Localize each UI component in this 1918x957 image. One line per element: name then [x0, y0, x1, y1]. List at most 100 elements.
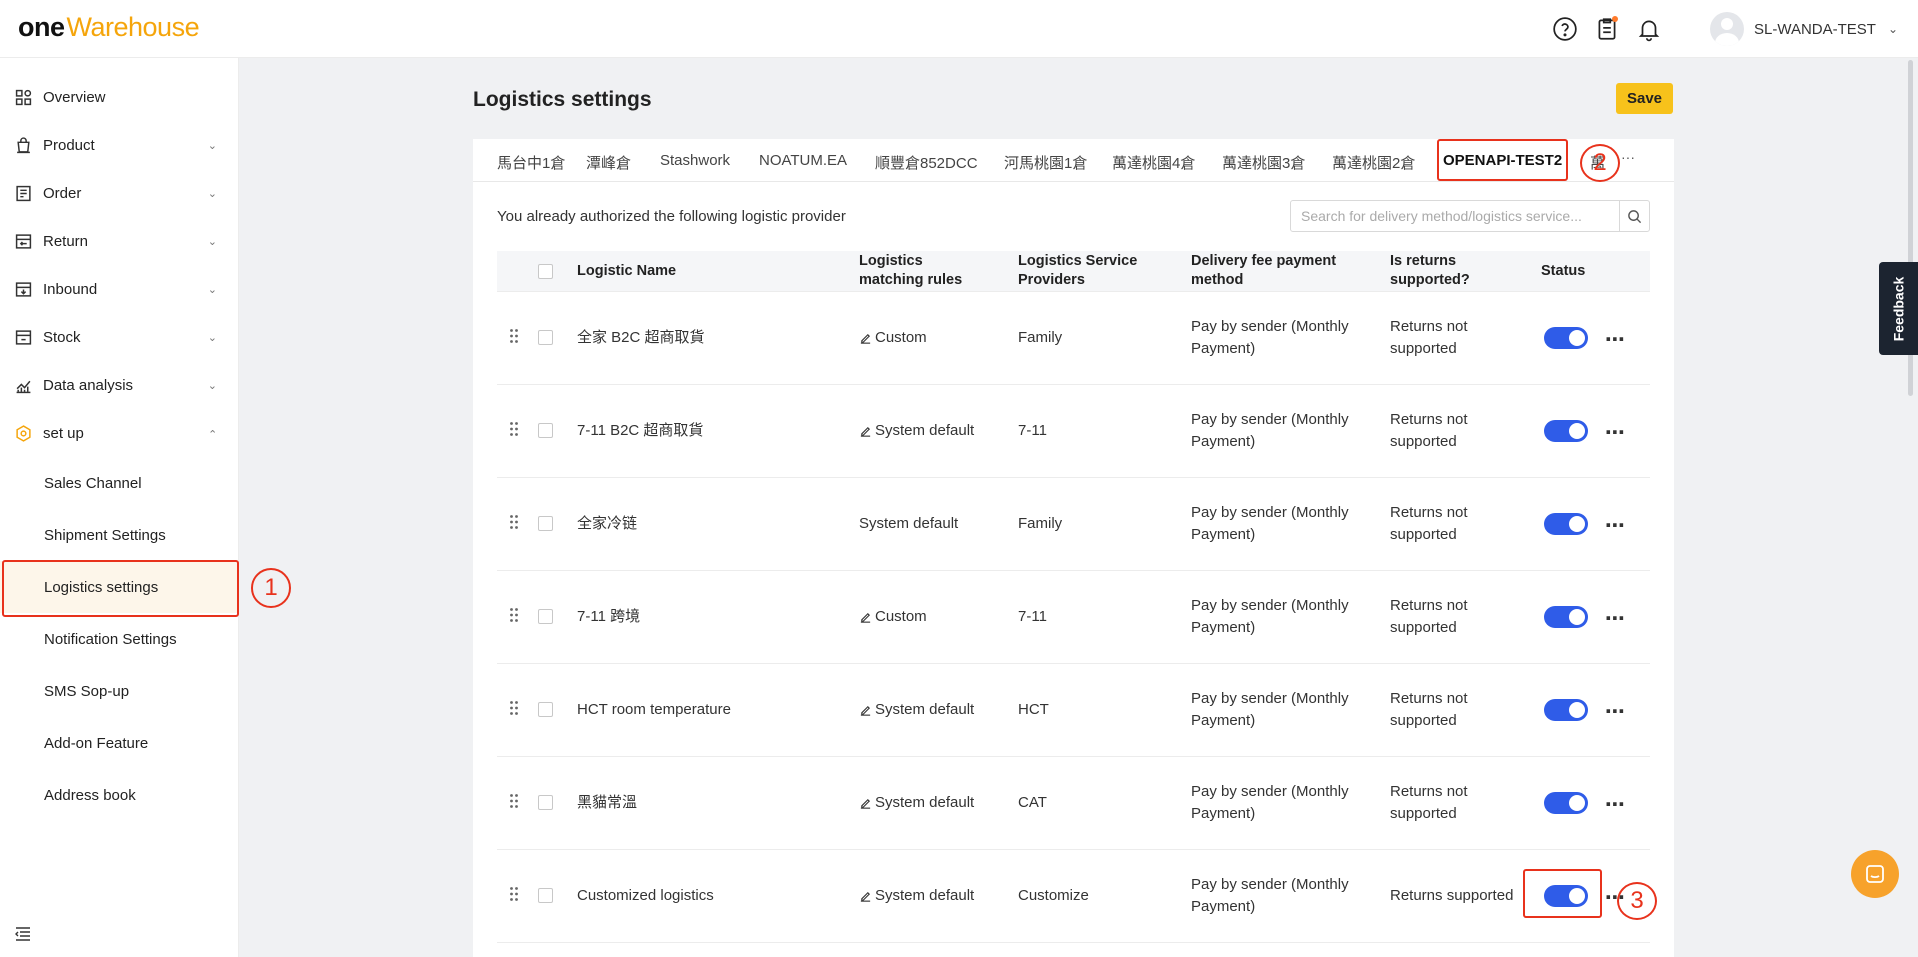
- return-icon: [15, 233, 32, 250]
- drag-handle-icon[interactable]: [509, 886, 519, 902]
- sidebar-sub-item-sms-sop-up[interactable]: SMS Sop-up: [0, 665, 239, 717]
- drag-handle-icon[interactable]: [509, 607, 519, 623]
- user-menu[interactable]: SL-WANDA-TEST ⌄: [1710, 12, 1898, 46]
- row-checkbox[interactable]: [538, 516, 553, 531]
- top-bar: one Warehouse SL-WANDA-TEST ⌄: [0, 0, 1918, 58]
- matching-rule[interactable]: System default: [859, 420, 974, 442]
- row-checkbox[interactable]: [538, 702, 553, 717]
- row-checkbox[interactable]: [538, 609, 553, 624]
- more-actions-icon[interactable]: ⋯: [1605, 513, 1626, 538]
- sidebar-item-overview[interactable]: Overview: [0, 77, 239, 117]
- status-toggle[interactable]: [1544, 420, 1588, 442]
- returns-supported: Returns supported: [1390, 887, 1514, 904]
- toggle-knob: [1569, 516, 1585, 532]
- matching-rule[interactable]: System default: [859, 792, 974, 814]
- tab-warehouse[interactable]: 順豐倉852DCC: [875, 152, 978, 173]
- order-icon: [15, 185, 32, 202]
- returns-supported: Returns not supported: [1390, 783, 1468, 822]
- sidebar-sub-item-add-on-feature[interactable]: Add-on Feature: [0, 717, 239, 769]
- avatar: [1710, 12, 1744, 46]
- matching-rule[interactable]: Custom: [859, 606, 927, 628]
- payment-method: Pay by sender (Monthly Payment): [1191, 783, 1349, 822]
- feedback-button[interactable]: Feedback: [1879, 262, 1918, 355]
- drag-handle-icon[interactable]: [509, 514, 519, 530]
- annotation-number: 2: [1593, 149, 1607, 176]
- search-input[interactable]: [1291, 201, 1619, 231]
- matching-rule[interactable]: Custom: [859, 327, 927, 349]
- sidebar-sub-item-shipment-settings[interactable]: Shipment Settings: [0, 509, 239, 561]
- sidebar-item-set-up[interactable]: set up ⌄: [0, 413, 239, 453]
- sidebar-item-data-analysis[interactable]: Data analysis ⌄: [0, 365, 239, 405]
- table-row: 全家冷链 System default Family Pay by sender (M…: [497, 478, 1650, 571]
- tab-warehouse[interactable]: 馬台中1倉: [497, 152, 565, 173]
- help-circle-icon[interactable]: [1552, 16, 1578, 42]
- table-row: 黑貓常溫 System default CAT Pay by sender (Mont…: [497, 757, 1650, 850]
- sidebar-item-return[interactable]: Return ⌄: [0, 221, 239, 261]
- table-row: HCT room temperature System default HCT Pay…: [497, 664, 1650, 757]
- tab-warehouse[interactable]: 萬達桃園3倉: [1222, 152, 1305, 173]
- logo-one: one: [18, 12, 65, 42]
- row-checkbox[interactable]: [538, 423, 553, 438]
- matching-rule[interactable]: System default: [859, 699, 974, 721]
- collapse-menu-icon[interactable]: [14, 925, 32, 943]
- status-toggle[interactable]: [1544, 792, 1588, 814]
- select-all-checkbox[interactable]: [538, 264, 553, 279]
- sidebar-item-inbound[interactable]: Inbound ⌄: [0, 269, 239, 309]
- more-actions-icon[interactable]: ⋯: [1605, 606, 1626, 631]
- sidebar-sub-item-address-book[interactable]: Address book: [0, 769, 239, 821]
- row-checkbox[interactable]: [538, 795, 553, 810]
- sidebar-item-product[interactable]: Product ⌄: [0, 125, 239, 165]
- annotation-box-2: [1437, 139, 1568, 181]
- sidebar-item-label: Data analysis: [43, 376, 134, 394]
- drag-handle-icon[interactable]: [509, 421, 519, 437]
- edit-pen-icon[interactable]: [859, 332, 875, 345]
- sidebar-item-order[interactable]: Order ⌄: [0, 173, 239, 213]
- save-button[interactable]: Save: [1616, 83, 1673, 114]
- chevron-down-icon: ⌄: [207, 283, 217, 296]
- drag-handle-icon[interactable]: [509, 793, 519, 809]
- tab-warehouse[interactable]: 潭峰倉: [586, 152, 631, 173]
- clipboard-icon[interactable]: [1594, 16, 1620, 42]
- annotation-number: 3: [1630, 887, 1644, 914]
- toggle-knob: [1569, 330, 1585, 346]
- drag-handle-icon[interactable]: [509, 700, 519, 716]
- tab-warehouse[interactable]: NOATUM.EA: [759, 152, 847, 169]
- edit-pen-icon[interactable]: [859, 890, 875, 903]
- sidebar-item-label: Address book: [44, 786, 136, 804]
- status-toggle[interactable]: [1544, 699, 1588, 721]
- service-provider: Customize: [1018, 887, 1089, 904]
- status-toggle[interactable]: [1544, 327, 1588, 349]
- bell-icon[interactable]: [1636, 16, 1662, 42]
- row-checkbox[interactable]: [538, 330, 553, 345]
- search-icon[interactable]: [1619, 201, 1649, 231]
- status-toggle[interactable]: [1544, 606, 1588, 628]
- matching-rule[interactable]: System default: [859, 885, 974, 907]
- tab-warehouse[interactable]: 河馬桃園1倉: [1004, 152, 1087, 173]
- more-actions-icon[interactable]: ⋯: [1605, 420, 1626, 445]
- more-actions-icon[interactable]: ⋯: [1605, 327, 1626, 352]
- dashboard-icon: [15, 89, 32, 106]
- row-checkbox[interactable]: [538, 888, 553, 903]
- app-logo[interactable]: one Warehouse: [18, 12, 200, 43]
- more-actions-icon[interactable]: ⋯: [1605, 792, 1626, 817]
- sidebar-sub-item-notification-settings[interactable]: Notification Settings: [0, 613, 239, 665]
- edit-pen-icon[interactable]: [859, 425, 875, 438]
- chat-icon[interactable]: [1851, 850, 1899, 898]
- edit-pen-icon[interactable]: [859, 611, 875, 624]
- logistic-name: 黑貓常溫: [577, 794, 638, 811]
- sidebar-item-label: Sales Channel: [44, 474, 142, 492]
- sidebar-sub-item-sales-channel[interactable]: Sales Channel: [0, 457, 239, 509]
- payment-method: Pay by sender (Monthly Payment): [1191, 597, 1349, 636]
- matching-rule-label: Custom: [875, 608, 927, 625]
- more-actions-icon[interactable]: ⋯: [1605, 699, 1626, 724]
- tab-warehouse[interactable]: Stashwork: [660, 152, 730, 169]
- edit-pen-icon[interactable]: [859, 797, 875, 810]
- tab-warehouse[interactable]: 萬達桃園4倉: [1112, 152, 1195, 173]
- tab-warehouse[interactable]: 萬達桃園2倉: [1332, 152, 1415, 173]
- edit-pen-icon[interactable]: [859, 704, 875, 717]
- toggle-knob: [1569, 795, 1585, 811]
- tabs-more-icon[interactable]: ···: [1621, 149, 1635, 165]
- sidebar-item-stock[interactable]: Stock ⌄: [0, 317, 239, 357]
- status-toggle[interactable]: [1544, 513, 1588, 535]
- drag-handle-icon[interactable]: [509, 328, 519, 344]
